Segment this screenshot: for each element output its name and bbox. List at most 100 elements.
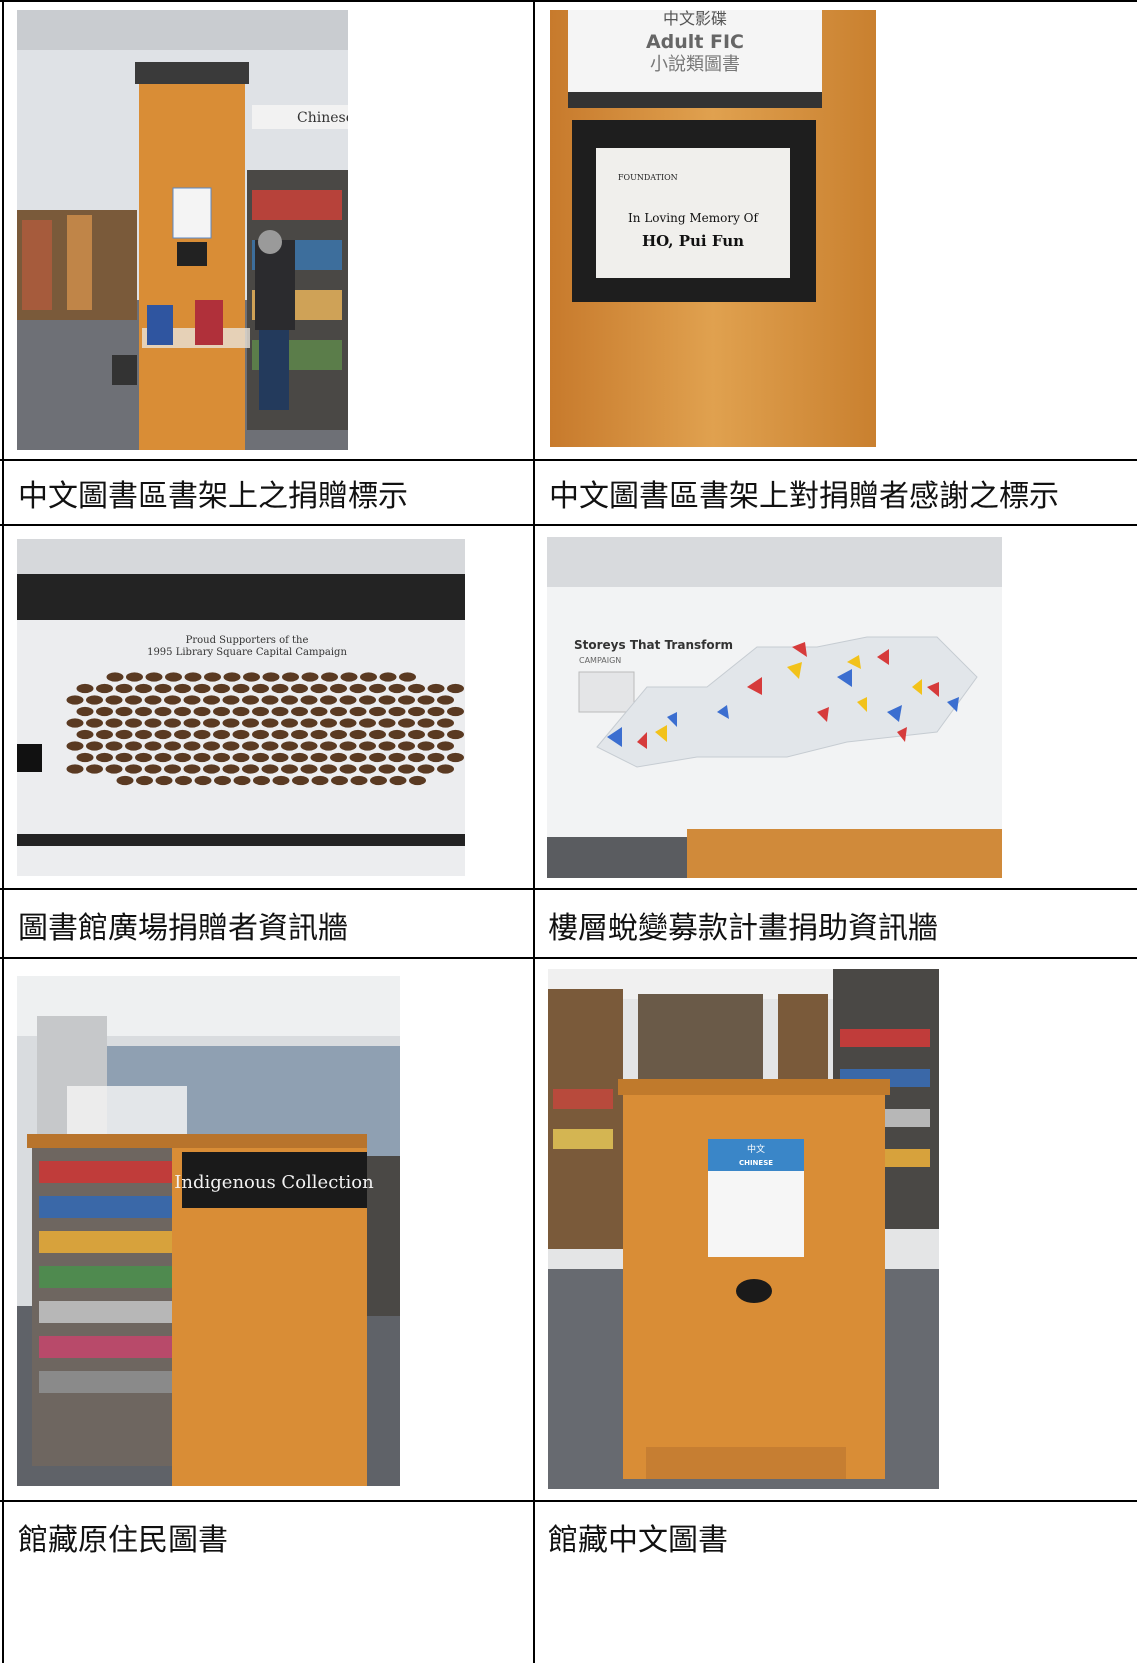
donor-oval: [409, 775, 426, 786]
caption-shelf-donor-sign: 中文圖書區書架上之捐贈標示: [18, 479, 408, 514]
donor-oval: [408, 752, 425, 763]
donor-oval: [378, 718, 396, 728]
donor-oval: [252, 729, 269, 740]
donor-oval: [126, 672, 143, 682]
donor-oval: [86, 764, 103, 774]
donor-oval: [203, 695, 220, 705]
donor-oval: [194, 775, 212, 786]
donor-oval: [320, 741, 337, 751]
donor-oval: [144, 718, 162, 728]
donor-oval: [262, 672, 280, 682]
donor-oval: [321, 672, 338, 682]
caption-donor-wall: 圖書館廣場捐贈者資訊牆: [18, 911, 348, 946]
donor-oval: [183, 741, 201, 751]
donor-oval: [359, 718, 376, 728]
donor-oval: [96, 706, 113, 717]
caption-campaign-wall: 樓層蛻變募款計畫捐助資訊牆: [548, 911, 938, 946]
donor-oval: [183, 695, 201, 705]
donor-oval: [320, 764, 337, 774]
donor-oval: [136, 775, 153, 786]
donor-oval: [76, 683, 94, 694]
donor-oval: [164, 764, 181, 774]
donor-oval: [193, 683, 211, 694]
donor-oval: [310, 706, 328, 717]
donor-oval: [76, 706, 94, 717]
donor-oval: [447, 752, 464, 763]
donor-oval: [86, 718, 103, 728]
donor-oval: [388, 729, 406, 740]
donor-oval: [330, 729, 347, 740]
donor-oval: [174, 706, 191, 717]
donor-oval: [193, 706, 211, 717]
campaign-sub: CAMPAIGN: [579, 656, 621, 665]
donor-oval: [76, 729, 94, 740]
wall-title-line2: 1995 Library Square Capital Campaign: [147, 647, 347, 658]
donor-oval: [291, 706, 308, 717]
donor-oval: [96, 729, 113, 740]
photo-donor-wall: Proud Supporters of the 1995 Library Squ…: [17, 539, 465, 876]
donor-oval: [281, 695, 298, 705]
donor-oval: [144, 764, 162, 774]
wall-title-line1: Proud Supporters of the: [186, 635, 309, 646]
donor-oval: [96, 683, 113, 694]
sign-zh-fiction: 小說類圖書: [650, 54, 740, 75]
donor-oval: [447, 706, 464, 717]
donor-oval: [242, 764, 259, 774]
plaque-line1: In Loving Memory Of: [628, 211, 759, 225]
donor-oval: [417, 718, 435, 728]
donor-oval: [359, 695, 376, 705]
donor-oval: [252, 683, 269, 694]
donor-oval: [155, 775, 173, 786]
donor-oval: [271, 706, 289, 717]
donor-oval: [165, 672, 182, 682]
donor-oval: [310, 683, 328, 694]
donor-oval: [164, 741, 181, 751]
chinese-sign-zh: 中文: [747, 1143, 765, 1155]
donor-oval: [125, 695, 142, 705]
donor-oval: [398, 741, 415, 751]
donor-oval: [330, 706, 347, 717]
donor-oval: [252, 752, 269, 763]
donor-oval: [96, 752, 113, 763]
donor-oval: [203, 741, 220, 751]
donor-oval: [292, 775, 309, 786]
donor-oval: [183, 718, 201, 728]
donor-oval: [105, 741, 123, 751]
donor-oval: [349, 752, 367, 763]
donor-oval: [242, 695, 259, 705]
donor-oval: [291, 752, 308, 763]
donor-oval: [398, 764, 415, 774]
donor-oval: [135, 683, 152, 694]
donor-oval: [115, 729, 133, 740]
donor-oval: [261, 695, 279, 705]
donor-oval: [183, 764, 201, 774]
donor-oval: [135, 729, 152, 740]
donor-oval: [300, 718, 318, 728]
plaque-line2: HO, Pui Fun: [642, 232, 744, 250]
donor-oval: [222, 764, 240, 774]
table-divider-vertical: [533, 0, 535, 1663]
donor-oval: [154, 706, 172, 717]
donor-oval: [184, 672, 202, 682]
donor-oval: [232, 683, 250, 694]
donor-oval: [105, 764, 123, 774]
donor-oval: [66, 741, 84, 751]
donor-oval: [271, 729, 289, 740]
indigenous-sign: Indigenous Collection: [174, 1172, 374, 1193]
shelf-sign-text: Chinese: [297, 110, 348, 126]
donor-oval: [310, 729, 328, 740]
photo-shelf-donor-sign: Chinese: [17, 10, 348, 450]
donor-oval: [417, 764, 435, 774]
donor-oval: [86, 695, 103, 705]
table-divider: [0, 888, 1137, 890]
donor-oval: [193, 752, 211, 763]
donor-oval: [339, 718, 357, 728]
donor-oval: [232, 752, 250, 763]
donor-oval: [359, 741, 376, 751]
donor-oval: [115, 752, 133, 763]
donor-oval: [252, 706, 269, 717]
donor-oval: [370, 775, 387, 786]
donor-oval: [213, 683, 230, 694]
donor-oval: [388, 752, 406, 763]
donor-oval: [369, 729, 386, 740]
